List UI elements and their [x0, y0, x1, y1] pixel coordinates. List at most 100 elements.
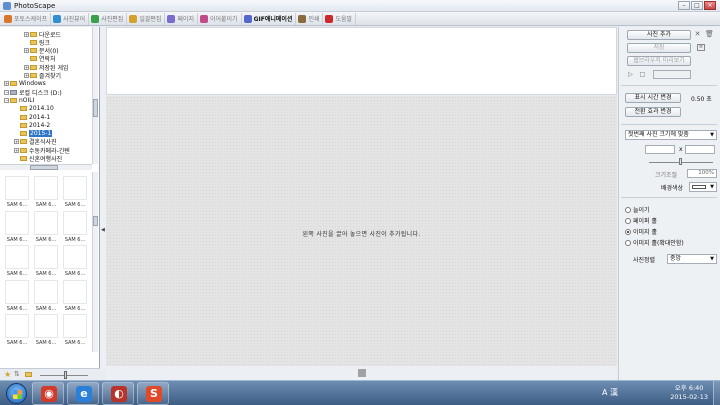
- tree-item[interactable]: 연락처: [24, 55, 56, 63]
- tree-item[interactable]: + 결혼식사진: [14, 138, 57, 146]
- tab-7[interactable]: 인쇄: [296, 12, 324, 25]
- tree-item[interactable]: + 문서(0): [24, 47, 59, 55]
- expander-icon[interactable]: −: [4, 97, 9, 103]
- thumbnail-size-slider-knob[interactable]: [64, 371, 67, 379]
- thumbnail[interactable]: SAM 6...: [3, 278, 31, 312]
- thumbnail[interactable]: SAM 6...: [3, 209, 31, 243]
- tree-item[interactable]: 2014-1: [14, 113, 50, 121]
- tab-2[interactable]: 사진편집: [89, 12, 128, 25]
- tree-item[interactable]: + Windows: [4, 80, 46, 88]
- thumbnail[interactable]: SAM 6...: [32, 243, 60, 277]
- fit-option-radio[interactable]: 페이퍼 홀: [625, 216, 657, 225]
- tree-item[interactable]: 링크: [24, 38, 50, 47]
- tree-item[interactable]: + 즐겨찾기: [24, 72, 61, 80]
- ime-indicator[interactable]: A 漢: [602, 387, 618, 398]
- thumbnail[interactable]: SAM 6...: [61, 243, 89, 277]
- add-photo-button[interactable]: 사진 추가: [627, 30, 691, 40]
- tab-6[interactable]: GIF애니메이션: [242, 12, 297, 25]
- expander-icon[interactable]: +: [24, 73, 29, 78]
- fit-option-radio[interactable]: 늘이기: [625, 205, 650, 214]
- expander-icon[interactable]: +: [4, 81, 9, 87]
- expander-icon[interactable]: +: [14, 139, 19, 145]
- tree-item[interactable]: 2015-1: [14, 130, 53, 138]
- browser-preview-button[interactable]: 웹브라우저 미리보기: [627, 56, 691, 66]
- show-desktop-button[interactable]: [713, 381, 720, 405]
- radio-dot[interactable]: [625, 239, 631, 246]
- size-fit-select[interactable]: 첫번째 사진 크기에 맞춤 ▼: [625, 130, 717, 140]
- thumbnail[interactable]: SAM 6...: [32, 278, 60, 312]
- tab-0[interactable]: 포토스케이프: [2, 12, 52, 25]
- tree-vertical-scrollbar[interactable]: [92, 27, 98, 164]
- taskbar-photoscape-app[interactable]: ◉: [32, 382, 64, 405]
- taskbar-internet-explorer[interactable]: e: [67, 382, 99, 405]
- tab-1[interactable]: 사진뷰어: [51, 12, 90, 25]
- save-button[interactable]: 저장: [627, 43, 691, 53]
- thumbnail[interactable]: SAM 6...: [3, 174, 31, 208]
- tab-3[interactable]: 일괄편집: [127, 12, 166, 25]
- fit-option-radio[interactable]: 이미지 홀: [625, 227, 657, 236]
- thumbnail-vertical-scrollbar[interactable]: [92, 172, 98, 352]
- stop-icon[interactable]: □: [639, 71, 646, 78]
- fit-option-radio[interactable]: 이미지 홀(확대안함): [625, 238, 684, 247]
- thumbnail[interactable]: SAM 6...: [3, 243, 31, 277]
- close-button[interactable]: ✕: [704, 1, 716, 10]
- taskbar-chrome-app[interactable]: ◐: [102, 382, 134, 405]
- clock[interactable]: 오후 6:40 2015-02-13: [670, 384, 708, 402]
- settings-icon[interactable]: ≡: [697, 44, 705, 51]
- expander-icon[interactable]: −: [4, 89, 9, 95]
- tree-item[interactable]: 2014-2: [14, 121, 50, 129]
- expander-icon[interactable]: +: [24, 64, 29, 70]
- tab-8[interactable]: 도움말: [323, 12, 357, 25]
- tree-horizontal-scrollbar[interactable]: [0, 164, 92, 170]
- thumbnail[interactable]: SAM 6...: [32, 209, 60, 243]
- radio-dot[interactable]: [625, 217, 631, 224]
- tab-4[interactable]: 페이지: [165, 12, 198, 25]
- radio-dot[interactable]: [625, 206, 631, 213]
- tree-item[interactable]: + 수동카메라-긴텐: [14, 146, 70, 155]
- thumbnail[interactable]: SAM 6...: [61, 312, 89, 346]
- zoom-value[interactable]: 100%: [687, 169, 717, 178]
- tree-hscroll-thumb[interactable]: [30, 165, 58, 170]
- align-select[interactable]: 중앙 ▼: [667, 254, 717, 264]
- width-input[interactable]: [645, 145, 675, 154]
- tree-item[interactable]: − 로컬 디스크 (D:): [4, 88, 62, 97]
- tree-scroll-thumb[interactable]: [93, 99, 98, 117]
- collapse-arrow-icon[interactable]: ◀: [101, 227, 105, 233]
- star-icon[interactable]: ★: [4, 371, 11, 379]
- play-icon[interactable]: ▷: [627, 71, 634, 78]
- tree-item[interactable]: 2014.10: [14, 105, 54, 113]
- tree-item[interactable]: + 다운로드: [24, 30, 61, 39]
- folder-icon[interactable]: [25, 372, 32, 377]
- expander-icon[interactable]: +: [14, 147, 19, 153]
- taskbar-slideshow-app[interactable]: S: [137, 382, 169, 405]
- change-transition-button[interactable]: 전환 효과 변경: [625, 107, 681, 117]
- delete-icon[interactable]: ✕: [694, 31, 701, 38]
- height-input[interactable]: [685, 145, 715, 154]
- change-display-time-button[interactable]: 표시 시간 변경: [625, 93, 681, 103]
- resize-grip-icon[interactable]: [358, 369, 366, 377]
- thumbnail-scroll-thumb[interactable]: [93, 216, 98, 226]
- radio-dot[interactable]: [625, 228, 631, 235]
- sort-icon[interactable]: ⇅: [14, 371, 21, 378]
- animation-canvas[interactable]: 왼쪽 사진을 끌어 놓으면 사진이 추가됩니다.: [106, 96, 617, 366]
- frame-strip[interactable]: [106, 27, 617, 95]
- expander-icon[interactable]: +: [24, 48, 29, 54]
- start-button[interactable]: [6, 383, 27, 404]
- expander-icon[interactable]: +: [24, 31, 29, 37]
- minimize-button[interactable]: –: [678, 1, 690, 10]
- trash-icon[interactable]: 🗑: [705, 31, 714, 38]
- tree-item[interactable]: 신혼여행사진: [14, 155, 62, 163]
- maximize-button[interactable]: □: [691, 1, 703, 10]
- thumbnail[interactable]: SAM 6...: [61, 209, 89, 243]
- thumbnail[interactable]: SAM 6...: [61, 278, 89, 312]
- background-color-picker[interactable]: ▼: [689, 182, 717, 192]
- thumbnail[interactable]: SAM 6...: [61, 174, 89, 208]
- tab-5[interactable]: 이어붙이기: [198, 12, 242, 25]
- thumbnail[interactable]: SAM 6...: [32, 174, 60, 208]
- thumbnail[interactable]: SAM 6...: [3, 312, 31, 346]
- zoom-slider-knob[interactable]: [679, 158, 682, 165]
- tree-item[interactable]: − nOILI: [4, 96, 34, 104]
- thumbnail[interactable]: SAM 6...: [32, 312, 60, 346]
- folder-tree[interactable]: + 다운로드 링크 + 문서(0) 연락처 + 저장된 게임 + 즐겨찾기 + Windows − 로컬 …: [0, 27, 92, 164]
- tree-item[interactable]: + 저장된 게임: [24, 63, 69, 72]
